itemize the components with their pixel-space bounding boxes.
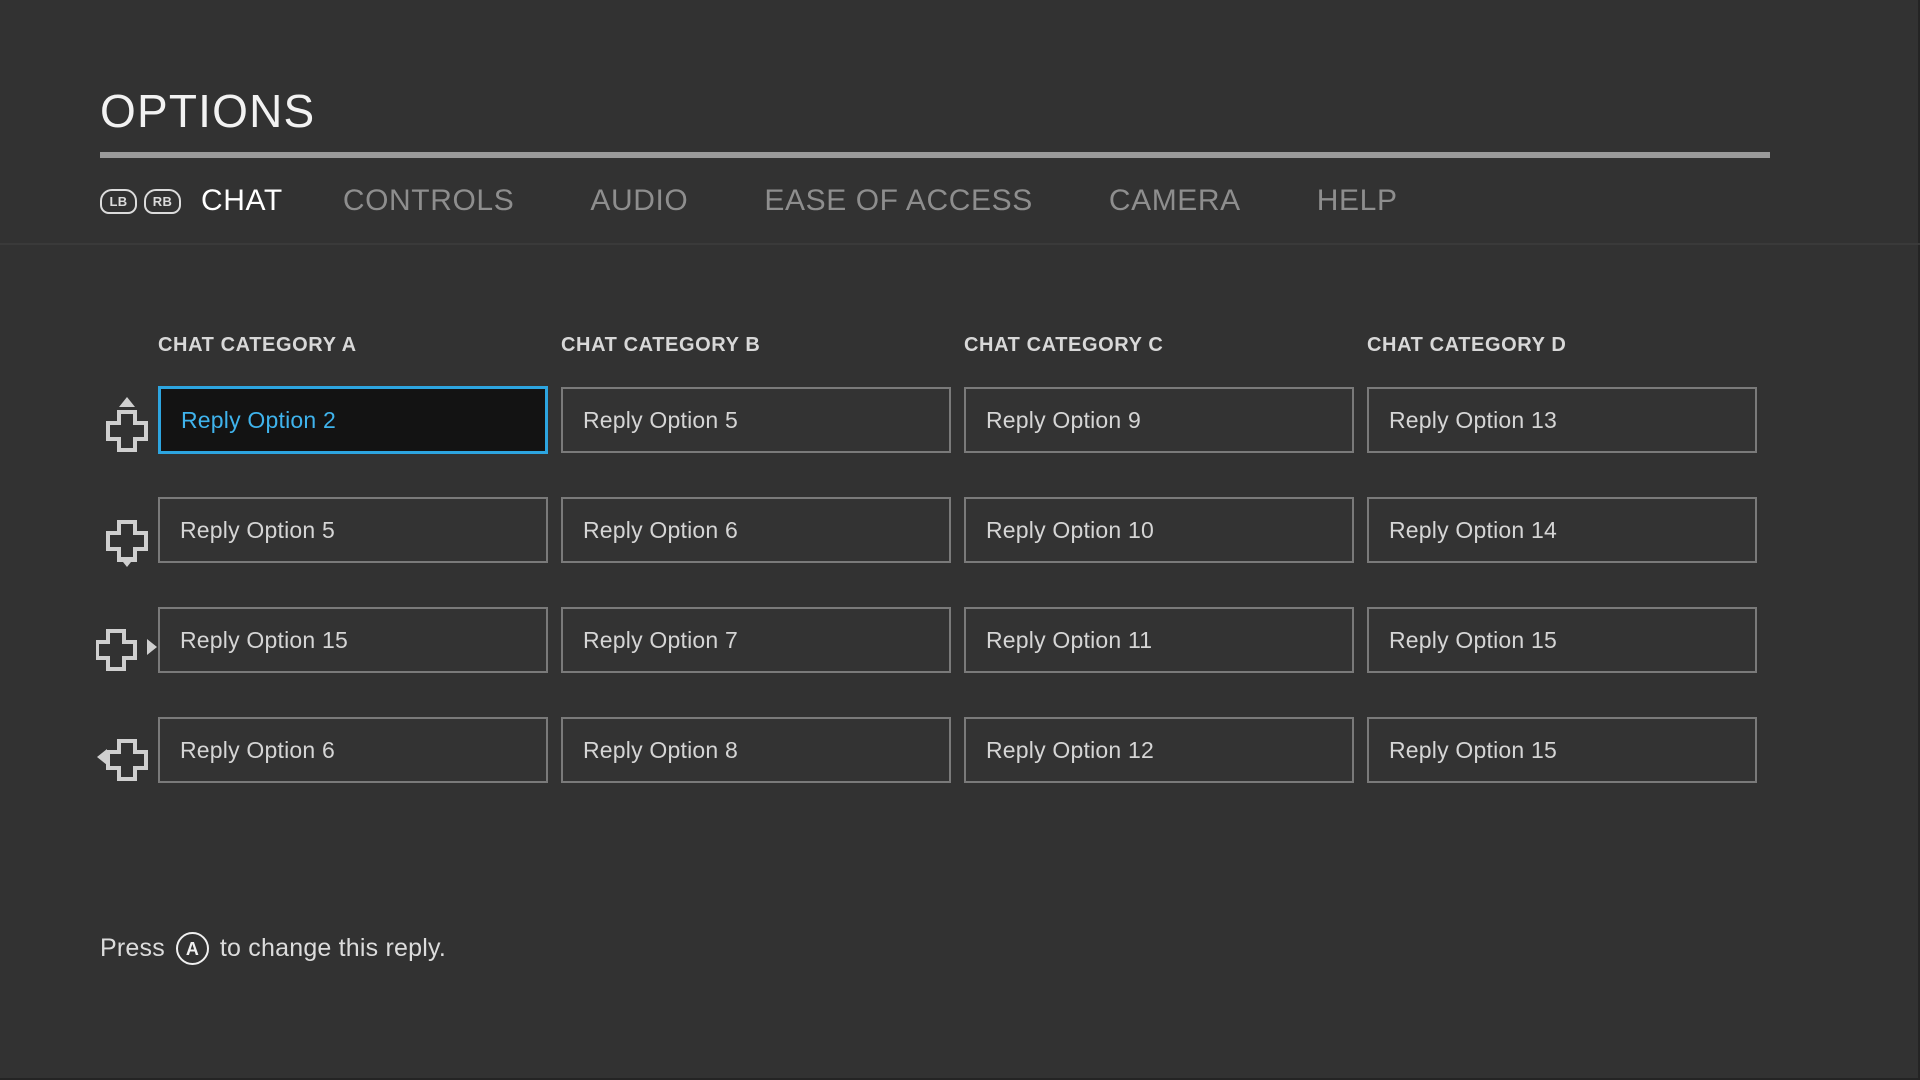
- reply-cell-slot: Reply Option 5: [561, 387, 964, 453]
- header-divider: [0, 243, 1920, 245]
- reply-cell-a2[interactable]: Reply Option 5: [158, 497, 548, 563]
- reply-cell-label: Reply Option 5: [583, 406, 738, 433]
- table-row: Reply Option 5 Reply Option 6 Reply Opti…: [158, 475, 1770, 585]
- options-screen: OPTIONS LB RB CHAT CONTROLS AUDIO EASE O…: [0, 0, 1920, 1080]
- reply-cell-slot: Reply Option 15: [1367, 607, 1770, 673]
- reply-cell-label: Reply Option 7: [583, 626, 738, 653]
- reply-cell-slot: Reply Option 12: [964, 717, 1367, 783]
- column-header-b: CHAT CATEGORY B: [561, 334, 761, 356]
- reply-cell-label: Reply Option 2: [181, 406, 336, 433]
- tab-help[interactable]: HELP: [1317, 184, 1398, 218]
- a-button-icon: A: [175, 932, 209, 965]
- tab-controls[interactable]: CONTROLS: [343, 184, 515, 218]
- reply-cell-slot: Reply Option 13: [1367, 387, 1770, 453]
- column-header-row: CHAT CATEGORY A CHAT CATEGORY B CHAT CAT…: [158, 334, 1770, 357]
- reply-cell-label: Reply Option 14: [1389, 516, 1557, 543]
- reply-cell-b2[interactable]: Reply Option 6: [561, 497, 951, 563]
- reply-cell-label: Reply Option 6: [583, 516, 738, 543]
- dpad-indicator-column: [96, 372, 158, 812]
- reply-cell-label: Reply Option 6: [180, 736, 335, 763]
- column-header-slot: CHAT CATEGORY A: [158, 334, 561, 357]
- page-title: OPTIONS: [100, 85, 316, 137]
- hint-prefix: Press: [100, 934, 165, 962]
- column-header-slot: CHAT CATEGORY C: [964, 334, 1367, 357]
- reply-cell-slot: Reply Option 9: [964, 387, 1367, 453]
- reply-cell-label: Reply Option 12: [986, 736, 1154, 763]
- dpad-up-icon: [106, 397, 148, 452]
- reply-cell-label: Reply Option 15: [180, 626, 348, 653]
- reply-cell-slot: Reply Option 6: [561, 497, 964, 563]
- tab-audio[interactable]: AUDIO: [590, 184, 688, 218]
- reply-cell-label: Reply Option 8: [583, 736, 738, 763]
- tab-camera[interactable]: CAMERA: [1109, 184, 1241, 218]
- reply-cell-b1[interactable]: Reply Option 5: [561, 387, 951, 453]
- reply-cell-label: Reply Option 10: [986, 516, 1154, 543]
- reply-cell-label: Reply Option 13: [1389, 406, 1557, 433]
- reply-cell-c3[interactable]: Reply Option 11: [964, 607, 1354, 673]
- reply-cell-label: Reply Option 15: [1389, 626, 1557, 653]
- column-header-slot: CHAT CATEGORY D: [1367, 334, 1770, 357]
- title-rule: [100, 152, 1770, 158]
- column-header-c: CHAT CATEGORY C: [964, 334, 1164, 356]
- column-header-a: CHAT CATEGORY A: [158, 334, 357, 356]
- dpad-down-icon: [106, 520, 148, 567]
- reply-cell-slot: Reply Option 14: [1367, 497, 1770, 563]
- column-header-d: CHAT CATEGORY D: [1367, 334, 1567, 356]
- reply-cell-c2[interactable]: Reply Option 10: [964, 497, 1354, 563]
- reply-cell-label: Reply Option 15: [1389, 736, 1557, 763]
- dpad-down-indicator: [96, 482, 158, 592]
- reply-cell-slot: Reply Option 15: [1367, 717, 1770, 783]
- reply-cell-c4[interactable]: Reply Option 12: [964, 717, 1354, 783]
- reply-cell-d4[interactable]: Reply Option 15: [1367, 717, 1757, 783]
- reply-cell-a4[interactable]: Reply Option 6: [158, 717, 548, 783]
- dpad-left-indicator: [96, 702, 158, 812]
- dpad-left-icon: [97, 739, 148, 781]
- reply-cell-slot: Reply Option 7: [561, 607, 964, 673]
- lb-bumper-icon: LB: [100, 188, 137, 214]
- reply-cell-slot: Reply Option 6: [158, 717, 561, 783]
- table-row: Reply Option 6 Reply Option 8 Reply Opti…: [158, 695, 1770, 805]
- bumper-hints: LB RB: [100, 188, 181, 214]
- reply-cell-slot: Reply Option 15: [158, 607, 561, 673]
- reply-cell-d2[interactable]: Reply Option 14: [1367, 497, 1757, 563]
- footer-hint: Press A to change this reply.: [100, 932, 446, 965]
- reply-cell-b3[interactable]: Reply Option 7: [561, 607, 951, 673]
- reply-cell-d1[interactable]: Reply Option 13: [1367, 387, 1757, 453]
- reply-cell-label: Reply Option 5: [180, 516, 335, 543]
- reply-cell-label: Reply Option 11: [986, 626, 1153, 653]
- reply-rows: Reply Option 2 Reply Option 5 Reply Opti…: [158, 365, 1770, 805]
- reply-cell-slot: Reply Option 8: [561, 717, 964, 783]
- tab-chat[interactable]: CHAT: [201, 184, 283, 218]
- reply-cell-a1[interactable]: Reply Option 2: [158, 386, 548, 454]
- tab-ease-of-access[interactable]: EASE OF ACCESS: [764, 184, 1032, 218]
- reply-cell-slot: Reply Option 10: [964, 497, 1367, 563]
- reply-cell-slot: Reply Option 11: [964, 607, 1367, 673]
- column-header-slot: CHAT CATEGORY B: [561, 334, 964, 357]
- dpad-up-indicator: [96, 372, 158, 482]
- reply-cell-b4[interactable]: Reply Option 8: [561, 717, 951, 783]
- hint-suffix: to change this reply.: [219, 934, 446, 962]
- dpad-right-indicator: [96, 592, 158, 702]
- reply-cell-c1[interactable]: Reply Option 9: [964, 387, 1354, 453]
- reply-cell-slot: Reply Option 2: [158, 386, 561, 454]
- reply-cell-label: Reply Option 9: [986, 406, 1141, 433]
- tab-bar: LB RB CHAT CONTROLS AUDIO EASE OF ACCESS…: [100, 172, 1398, 230]
- reply-cell-d3[interactable]: Reply Option 15: [1367, 607, 1757, 673]
- chat-reply-grid: CHAT CATEGORY A CHAT CATEGORY B CHAT CAT…: [158, 334, 1770, 805]
- reply-cell-a3[interactable]: Reply Option 15: [158, 607, 548, 673]
- reply-cell-slot: Reply Option 5: [158, 497, 561, 563]
- dpad-right-icon: [96, 629, 157, 671]
- table-row: Reply Option 15 Reply Option 7 Reply Opt…: [158, 585, 1770, 695]
- table-row: Reply Option 2 Reply Option 5 Reply Opti…: [158, 365, 1770, 475]
- rb-bumper-icon: RB: [144, 188, 181, 214]
